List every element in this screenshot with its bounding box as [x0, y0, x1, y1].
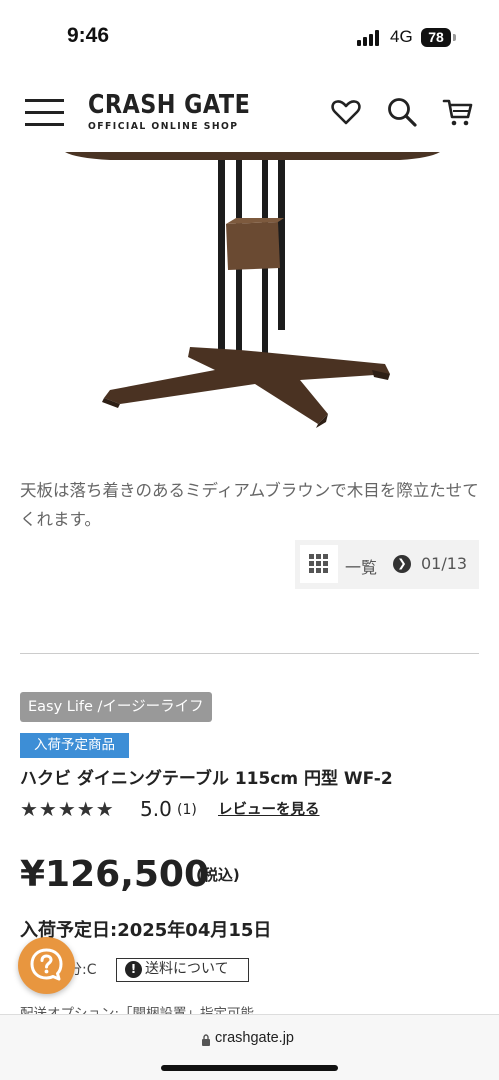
- gallery-nav: 一覧 ❯ 01/13: [295, 540, 479, 589]
- price: ¥126,500: [20, 854, 210, 895]
- lock-icon: [202, 1034, 210, 1046]
- table-illustration: [65, 152, 440, 428]
- menu-icon[interactable]: [25, 99, 64, 127]
- star-rating-icon: ★★★★★: [20, 797, 115, 821]
- shipping-row: 分:C ! 送料について: [20, 956, 480, 984]
- status-bar: 9:46 4G 78: [0, 0, 499, 72]
- stock-badge: 入荷予定商品: [20, 733, 129, 758]
- rating-row: ★★★★★ 5.0 (1) レビューを見る: [20, 796, 480, 822]
- cart-icon[interactable]: [442, 96, 474, 128]
- help-button[interactable]: [18, 937, 75, 994]
- review-link[interactable]: レビューを見る: [218, 798, 320, 822]
- grid-view-button[interactable]: [300, 545, 338, 583]
- product-image[interactable]: [0, 152, 499, 452]
- exclamation-icon: !: [125, 961, 142, 978]
- tax-label: (税込): [196, 866, 240, 884]
- status-time: 9:46: [67, 24, 110, 47]
- divider: [20, 653, 479, 654]
- browser-url-bar[interactable]: crashgate.jp: [0, 1014, 499, 1080]
- logo-sub: OFFICIAL ONLINE SHOP: [88, 121, 239, 132]
- search-icon[interactable]: [386, 96, 418, 128]
- review-count: (1): [177, 802, 197, 818]
- heart-icon[interactable]: [330, 96, 362, 128]
- site-header: CRASH GATE OFFICIAL ONLINE SHOP: [0, 72, 499, 152]
- shipping-info-button[interactable]: ! 送料について: [116, 958, 249, 982]
- page-counter: 01/13: [421, 554, 468, 573]
- next-arrow-icon[interactable]: ❯: [393, 555, 411, 573]
- battery-icon: 78: [421, 28, 451, 47]
- logo-main: CRASH GATE: [88, 90, 251, 120]
- delivery-options: 配送オプション:「開梱設置」指定可能: [20, 1006, 255, 1014]
- brand-tag[interactable]: Easy Life /イージーライフ: [20, 692, 212, 722]
- network-type: 4G: [390, 27, 413, 46]
- rating-value: 5.0: [140, 797, 172, 821]
- home-indicator: [161, 1065, 338, 1071]
- battery-cap: [453, 34, 456, 41]
- shipping-button-label: 送料について: [145, 961, 229, 977]
- site-logo[interactable]: CRASH GATE OFFICIAL ONLINE SHOP: [88, 90, 251, 132]
- list-label[interactable]: 一覧: [345, 554, 377, 578]
- help-chat-icon: [30, 948, 63, 981]
- product-title: ハクビ ダイニングテーブル 115cm 円型 WF-2: [20, 769, 393, 789]
- url-text[interactable]: crashgate.jp: [215, 1030, 294, 1046]
- signal-icon: [357, 30, 383, 46]
- image-caption: 天板は落ち着きのあるミディアムブラウンで木目を際立たせてくれます。: [20, 481, 479, 529]
